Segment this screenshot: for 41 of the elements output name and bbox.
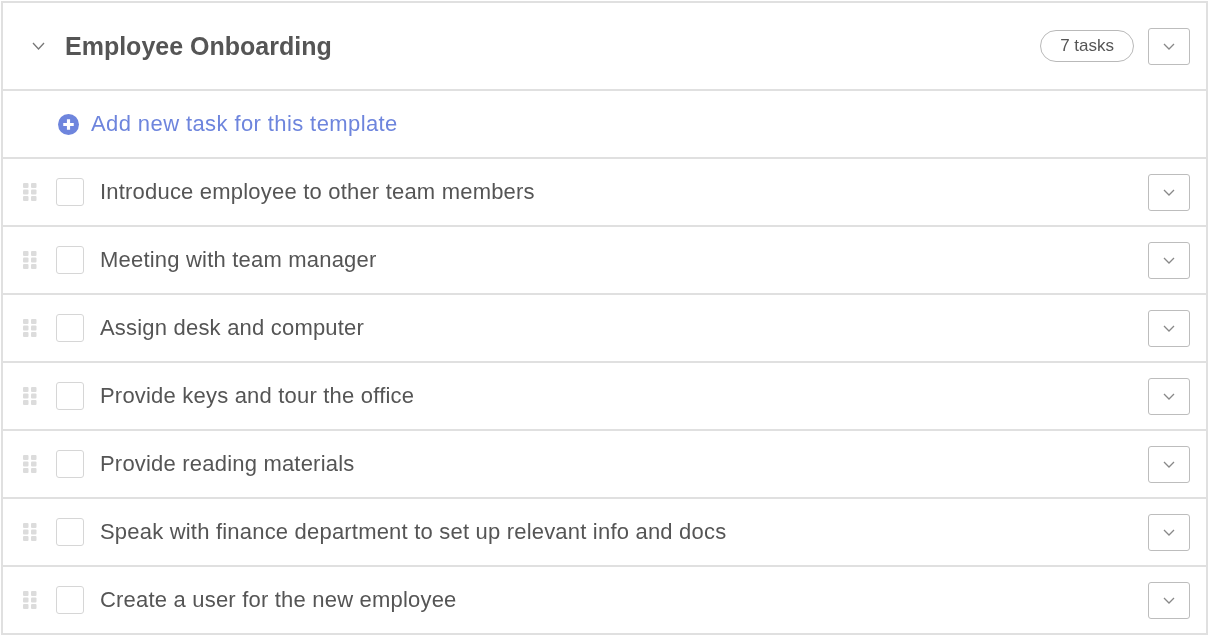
- chevron-down-icon: [1163, 324, 1175, 332]
- add-task-link[interactable]: Add new task for this template: [58, 111, 398, 137]
- task-checkbox[interactable]: [56, 246, 84, 274]
- drag-handle-icon[interactable]: [23, 319, 37, 337]
- task-label: Create a user for the new employee: [100, 587, 458, 613]
- task-label: Introduce employee to other team members: [100, 179, 536, 205]
- chevron-down-icon: [1163, 42, 1175, 50]
- chevron-down-icon: [1163, 596, 1175, 604]
- chevron-down-icon: [1163, 460, 1175, 468]
- drag-handle-icon[interactable]: [23, 523, 37, 541]
- task-label: Meeting with team manager: [100, 247, 378, 273]
- task-label: Speak with finance department to set up relevant info and docs: [100, 519, 728, 545]
- task-checkbox[interactable]: [56, 518, 84, 546]
- drag-handle-icon[interactable]: [23, 591, 37, 609]
- task-menu-button[interactable]: [1148, 173, 1190, 211]
- chevron-down-icon: [1163, 188, 1175, 196]
- task-checkbox[interactable]: [56, 450, 84, 478]
- drag-handle-icon[interactable]: [23, 251, 37, 269]
- task-label: Assign desk and computer: [100, 315, 366, 341]
- task-menu-button[interactable]: [1148, 581, 1190, 619]
- task-label: Provide reading materials: [100, 451, 356, 477]
- chevron-down-icon: [1163, 392, 1175, 400]
- drag-handle-icon[interactable]: [23, 183, 37, 201]
- task-checkbox[interactable]: [56, 314, 84, 342]
- template-title: Employee Onboarding: [65, 31, 333, 61]
- task-checkbox[interactable]: [56, 178, 84, 206]
- task-checkbox[interactable]: [56, 382, 84, 410]
- task-menu-button[interactable]: [1148, 241, 1190, 279]
- task-menu-button[interactable]: [1148, 377, 1190, 415]
- drag-handle-icon[interactable]: [23, 455, 37, 473]
- chevron-down-icon[interactable]: [32, 42, 45, 50]
- task-menu-button[interactable]: [1148, 309, 1190, 347]
- task-menu-button[interactable]: [1148, 513, 1190, 551]
- plus-circle-icon: [58, 113, 79, 135]
- task-label: Provide keys and tour the office: [100, 383, 416, 409]
- drag-handle-icon[interactable]: [23, 387, 37, 405]
- task-checkbox[interactable]: [56, 586, 84, 614]
- template-menu-button[interactable]: [1148, 27, 1190, 65]
- task-menu-button[interactable]: [1148, 445, 1190, 483]
- chevron-down-icon: [1163, 256, 1175, 264]
- chevron-down-icon: [1163, 528, 1175, 536]
